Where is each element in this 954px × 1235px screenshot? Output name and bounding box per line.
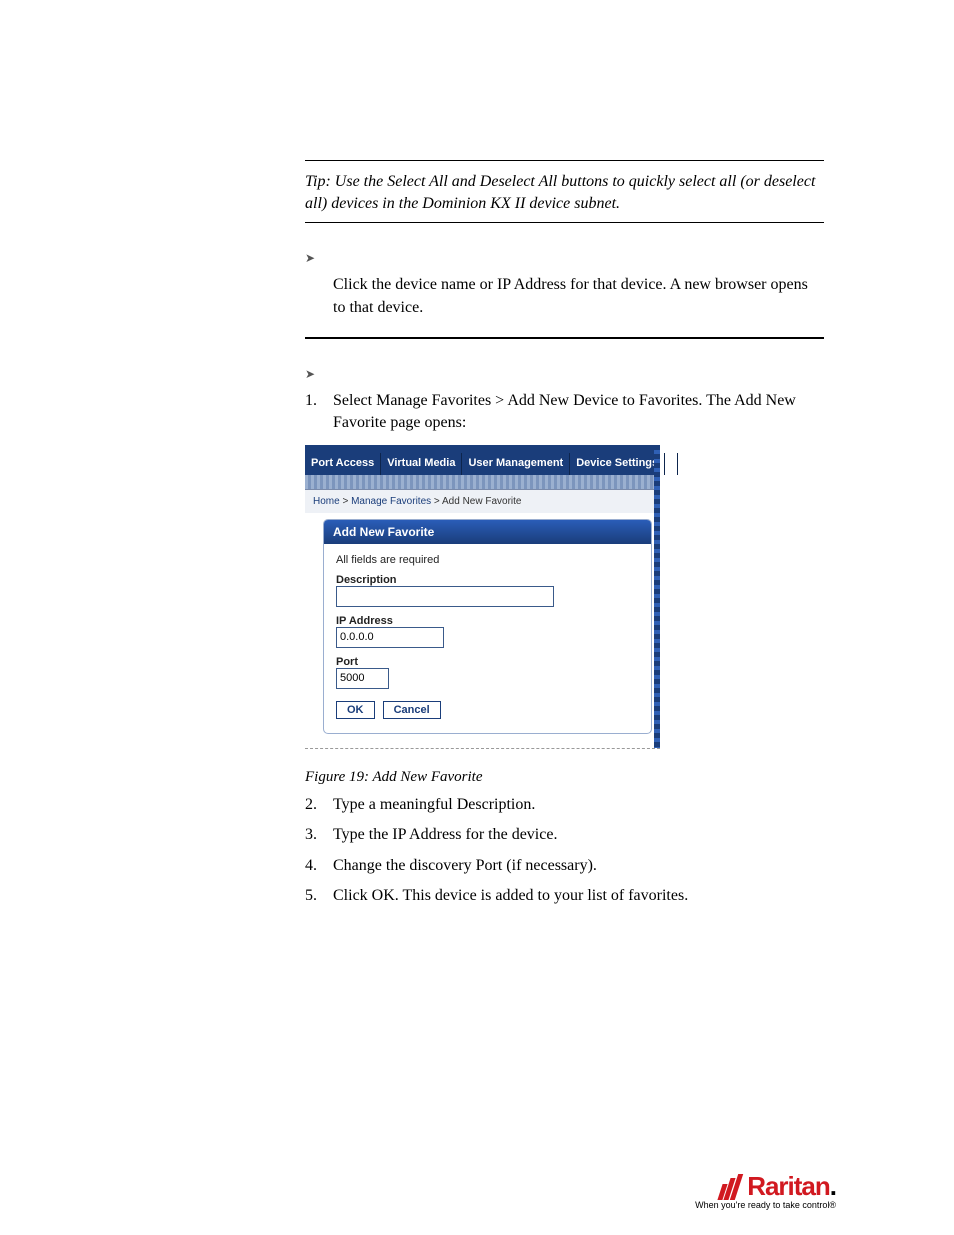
bullet-arrow-icon: ➤ (305, 367, 824, 382)
tab-user-management[interactable]: User Management (462, 453, 570, 475)
breadcrumb-leaf: Add New Favorite (442, 496, 521, 507)
breadcrumb-home[interactable]: Home (313, 496, 340, 507)
step-text: Change the discovery Port (if necessary)… (333, 855, 824, 877)
footer-logo-block: Raritan. When you're ready to take contr… (695, 1171, 836, 1210)
tip-text: Tip: Use the Select All and Deselect All… (305, 173, 815, 212)
brand-name: Raritan. (747, 1171, 836, 1202)
step-text: Select Manage Favorites > Add New Device… (333, 390, 824, 435)
panel-title: Add New Favorite (324, 520, 651, 544)
step-text: Type the IP Address for the device. (333, 824, 824, 846)
section-divider (305, 337, 824, 339)
breadcrumb-sep: > (431, 496, 442, 507)
step-text: Type a meaningful Description. (333, 794, 824, 816)
step-1: 1. Select Manage Favorites > Add New Dev… (305, 390, 824, 435)
tab-device-settings[interactable]: Device Settings (570, 453, 665, 475)
window-chrome (305, 445, 660, 453)
port-label: Port (336, 656, 639, 668)
description-input[interactable] (336, 586, 554, 607)
ip-address-input[interactable] (336, 627, 444, 648)
header-texture (305, 475, 660, 490)
tab-bar: Port Access Virtual Media User Managemen… (305, 453, 660, 475)
step-number: 3. (305, 824, 333, 846)
step-5: 5. Click OK. This device is added to you… (305, 885, 824, 907)
tab-security-cut[interactable]: Secu (665, 453, 678, 475)
step-number: 4. (305, 855, 333, 877)
step-4: 4. Change the discovery Port (if necessa… (305, 855, 824, 877)
breadcrumb-manage-favorites[interactable]: Manage Favorites (351, 496, 431, 507)
ok-button[interactable]: OK (336, 701, 375, 719)
step-text: Click OK. This device is added to your l… (333, 885, 824, 907)
step-number: 1. (305, 390, 333, 435)
tab-port-access[interactable]: Port Access (305, 453, 381, 475)
raritan-mark-icon (720, 1174, 741, 1200)
tip-block: Tip: Use the Select All and Deselect All… (305, 160, 824, 223)
description-label: Description (336, 574, 639, 586)
ip-address-label: IP Address (336, 615, 639, 627)
breadcrumb-sep: > (340, 496, 351, 507)
brand-tagline: When you're ready to take control® (695, 1200, 836, 1210)
tab-virtual-media[interactable]: Virtual Media (381, 453, 462, 475)
add-favorite-panel: Add New Favorite All fields are required… (323, 519, 652, 734)
step-number: 5. (305, 885, 333, 907)
required-note: All fields are required (336, 554, 639, 566)
figure-caption: Figure 19: Add New Favorite (305, 769, 824, 786)
step-2: 2. Type a meaningful Description. (305, 794, 824, 816)
click-instruction: Click the device name or IP Address for … (333, 274, 824, 319)
bullet-arrow-icon: ➤ (305, 251, 824, 266)
step-number: 2. (305, 794, 333, 816)
breadcrumb: Home > Manage Favorites > Add New Favori… (305, 490, 660, 513)
torn-edge-bottom (305, 748, 660, 759)
step-3: 3. Type the IP Address for the device. (305, 824, 824, 846)
port-input[interactable] (336, 668, 389, 689)
add-favorite-screenshot: Port Access Virtual Media User Managemen… (305, 445, 660, 759)
cancel-button[interactable]: Cancel (383, 701, 441, 719)
